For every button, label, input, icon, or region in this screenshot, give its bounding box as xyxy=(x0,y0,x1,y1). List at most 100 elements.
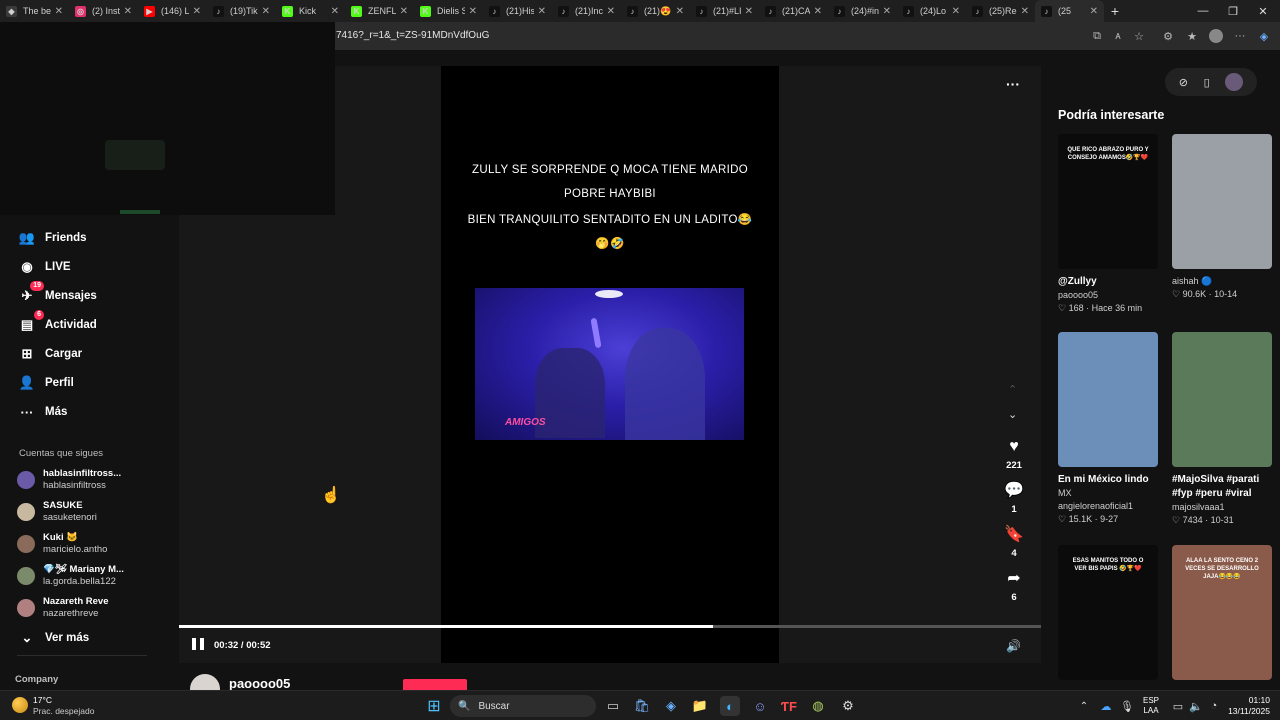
sidebar-item-actividad[interactable]: ▤ 6 Actividad xyxy=(18,310,97,335)
profile-avatar-icon[interactable] xyxy=(1208,28,1224,44)
recommended-video-card[interactable]: QUE RICO ABRAZO PURO Y CONSEJO AMAMOS🤣🏆❤… xyxy=(1058,134,1158,315)
tab-close-icon[interactable]: ✕ xyxy=(124,6,132,17)
browser-tab[interactable]: ♪ (19)TikT ✕ xyxy=(207,0,276,22)
onedrive-icon[interactable]: ☁ xyxy=(1096,696,1116,716)
tab-close-icon[interactable]: ✕ xyxy=(538,6,546,17)
video-thumbnail[interactable]: QUE RICO ABRAZO PURO Y CONSEJO AMAMOS🤣🏆❤… xyxy=(1058,134,1158,269)
browser-tab[interactable]: ♪ (21)CAL ✕ xyxy=(759,0,828,22)
tab-close-icon[interactable]: ✕ xyxy=(745,6,753,17)
tab-close-icon[interactable]: ✕ xyxy=(1021,6,1029,17)
app-globe-icon[interactable]: ◍ xyxy=(808,696,828,716)
browser-tab[interactable]: ♪ (24)Lo ✕ xyxy=(897,0,966,22)
minimize-button[interactable]: — xyxy=(1188,0,1218,22)
close-window-button[interactable]: ✕ xyxy=(1248,0,1278,22)
pause-icon[interactable] xyxy=(192,638,204,652)
tab-close-icon[interactable]: ✕ xyxy=(676,6,684,17)
language-indicator[interactable]: ESP LAA xyxy=(1143,696,1159,716)
sidebar-item-perfil[interactable]: 👤 Perfil xyxy=(18,373,74,393)
tab-close-icon[interactable]: ✕ xyxy=(469,6,477,17)
new-tab-button[interactable]: + xyxy=(1104,0,1126,22)
task-view-icon[interactable]: ▭ xyxy=(603,696,623,716)
following-account[interactable]: Nazareth Reve nazarethreve xyxy=(17,594,108,622)
like-button[interactable]: ♥ 221 xyxy=(1002,438,1026,471)
recommended-video-card[interactable]: En mi México lindo MX angielorenaoficial1 ♡… xyxy=(1058,332,1158,526)
sidebar-item-mensajes[interactable]: ✈ 19 Mensajes xyxy=(18,281,97,306)
sidebar-item-live[interactable]: ◉ LIVE xyxy=(18,257,70,277)
tab-close-icon[interactable]: ✕ xyxy=(883,6,891,17)
browser-tab[interactable]: ♪ (21)#LIV ✕ xyxy=(690,0,759,22)
browser-tab[interactable]: ◆ The be ✕ xyxy=(0,0,69,22)
comment-button[interactable]: 💬 1 xyxy=(1002,482,1026,515)
follow-button[interactable] xyxy=(403,679,467,690)
following-account[interactable]: Kuki 🐱 maricielo.antho xyxy=(17,530,107,558)
author-name[interactable]: paoooo05 xyxy=(229,676,290,691)
video-thumbnail[interactable] xyxy=(1172,134,1272,269)
video-thumbnail[interactable]: ESAS MANITOS TODO O VER BIS PAPIS 🤣🏆❤️ xyxy=(1058,545,1158,680)
browser-tab[interactable]: ♪ (25 ✕ xyxy=(1035,0,1104,22)
video-thumbnail[interactable]: ALAA LA SENTO CENO 2 VECES SE DESARROLLO… xyxy=(1172,545,1272,680)
see-more-button[interactable]: ⌄ Ver más xyxy=(18,628,90,648)
save-button[interactable]: 🔖 4 xyxy=(1002,526,1026,559)
clock[interactable]: 01:10 13/11/2025 xyxy=(1226,695,1270,717)
taskbar-search[interactable]: 🔍 Buscar xyxy=(450,695,596,717)
recommended-video-card[interactable]: ESAS MANITOS TODO O VER BIS PAPIS 🤣🏆❤️ xyxy=(1058,545,1158,686)
video-thumbnail[interactable] xyxy=(1172,332,1272,467)
read-aloud-icon[interactable]: ᴀ xyxy=(1110,28,1126,44)
browser-tab[interactable]: K Kick ✕ xyxy=(276,0,345,22)
previous-video-icon[interactable]: ⌃ xyxy=(1008,383,1017,396)
recommended-video-card[interactable]: aishah 🔵 ♡ 90.6K · 10-14 xyxy=(1172,134,1272,301)
sidebar-item-cargar[interactable]: ⊞ Cargar xyxy=(18,344,83,364)
settings-icon[interactable]: ⚙ xyxy=(838,696,858,716)
company-link[interactable]: Company xyxy=(15,674,58,685)
tab-close-icon[interactable]: ✕ xyxy=(1090,6,1098,17)
sidebar-item-friends[interactable]: 👥 Friends xyxy=(18,228,87,248)
url-field[interactable]: 7416?_r=1&_t=ZS-91MDnVdfOuG xyxy=(336,30,489,41)
following-account[interactable]: SASUKE sasuketenori xyxy=(17,498,97,526)
browser-tab[interactable]: ♪ (21)Incr ✕ xyxy=(552,0,621,22)
restore-button[interactable]: ❐ xyxy=(1218,0,1248,22)
tab-close-icon[interactable]: ✕ xyxy=(262,6,270,17)
open-app-icon[interactable]: ⧉ xyxy=(1089,28,1105,44)
speaker-icon[interactable]: 🔈 xyxy=(1186,696,1206,716)
following-account[interactable]: hablasinfiltross... hablasinfiltross xyxy=(17,466,121,494)
file-explorer-icon[interactable]: 📁 xyxy=(690,696,710,716)
battery-icon[interactable]: ◔ xyxy=(1204,696,1224,716)
video-thumbnail[interactable] xyxy=(1058,332,1158,467)
following-account[interactable]: 💎🛩 Mariany M... la.gorda.bella122 xyxy=(17,562,124,590)
recommended-video-card[interactable]: #MajoSilva #parati #fyp #peru #viral majo… xyxy=(1172,332,1272,527)
tab-close-icon[interactable]: ✕ xyxy=(607,6,615,17)
floating-video-overlay[interactable] xyxy=(0,22,335,215)
browser-tab[interactable]: ♪ (25)Rec ✕ xyxy=(966,0,1035,22)
copilot-icon[interactable]: ◈ xyxy=(1256,28,1272,44)
tab-close-icon[interactable]: ✕ xyxy=(193,6,201,17)
discord-icon[interactable]: ☺ xyxy=(750,696,770,716)
weather-icon[interactable] xyxy=(12,697,28,713)
browser-tab[interactable]: K Dielis S ✕ xyxy=(414,0,483,22)
favorites-icon[interactable]: ★ xyxy=(1184,28,1200,44)
more-options-icon[interactable]: ··· xyxy=(1006,76,1020,92)
edge-icon[interactable]: ◐ xyxy=(720,696,740,716)
recommended-video-card[interactable]: ALAA LA SENTO CENO 2 VECES SE DESARROLLO… xyxy=(1172,545,1272,686)
tab-close-icon[interactable]: ✕ xyxy=(331,6,339,17)
microphone-icon[interactable]: 🎙 xyxy=(1117,696,1137,716)
display-icon[interactable]: ▭ xyxy=(1168,696,1188,716)
next-video-icon[interactable]: ⌄ xyxy=(1008,408,1017,421)
browser-tab[interactable]: ♪ (24)#inf ✕ xyxy=(828,0,897,22)
browser-tab[interactable]: ▶ (146) La ✕ xyxy=(138,0,207,22)
copilot-taskbar-icon[interactable]: ◈ xyxy=(661,696,681,716)
video-progress-bar[interactable] xyxy=(179,625,1041,628)
store-icon[interactable]: 🛍 xyxy=(632,696,652,716)
sidebar-item-más[interactable]: ··· Más xyxy=(18,402,68,422)
tab-close-icon[interactable]: ✕ xyxy=(952,6,960,17)
menu-dots-icon[interactable]: ··· xyxy=(1232,28,1248,44)
volume-icon[interactable]: 🔊 xyxy=(1006,639,1021,653)
tab-close-icon[interactable]: ✕ xyxy=(55,6,63,17)
browser-tab[interactable]: ♪ (21)😍 ✕ xyxy=(621,0,690,22)
tab-close-icon[interactable]: ✕ xyxy=(814,6,822,17)
share-button[interactable]: ➦ 6 xyxy=(1002,570,1026,603)
browser-tab[interactable]: ♪ (21)Hist ✕ xyxy=(483,0,552,22)
author-avatar[interactable] xyxy=(190,674,220,690)
favorite-star-icon[interactable]: ☆ xyxy=(1131,28,1147,44)
extensions-icon[interactable]: ⚙ xyxy=(1160,28,1176,44)
tray-chevron-icon[interactable]: ⌃ xyxy=(1074,696,1094,716)
